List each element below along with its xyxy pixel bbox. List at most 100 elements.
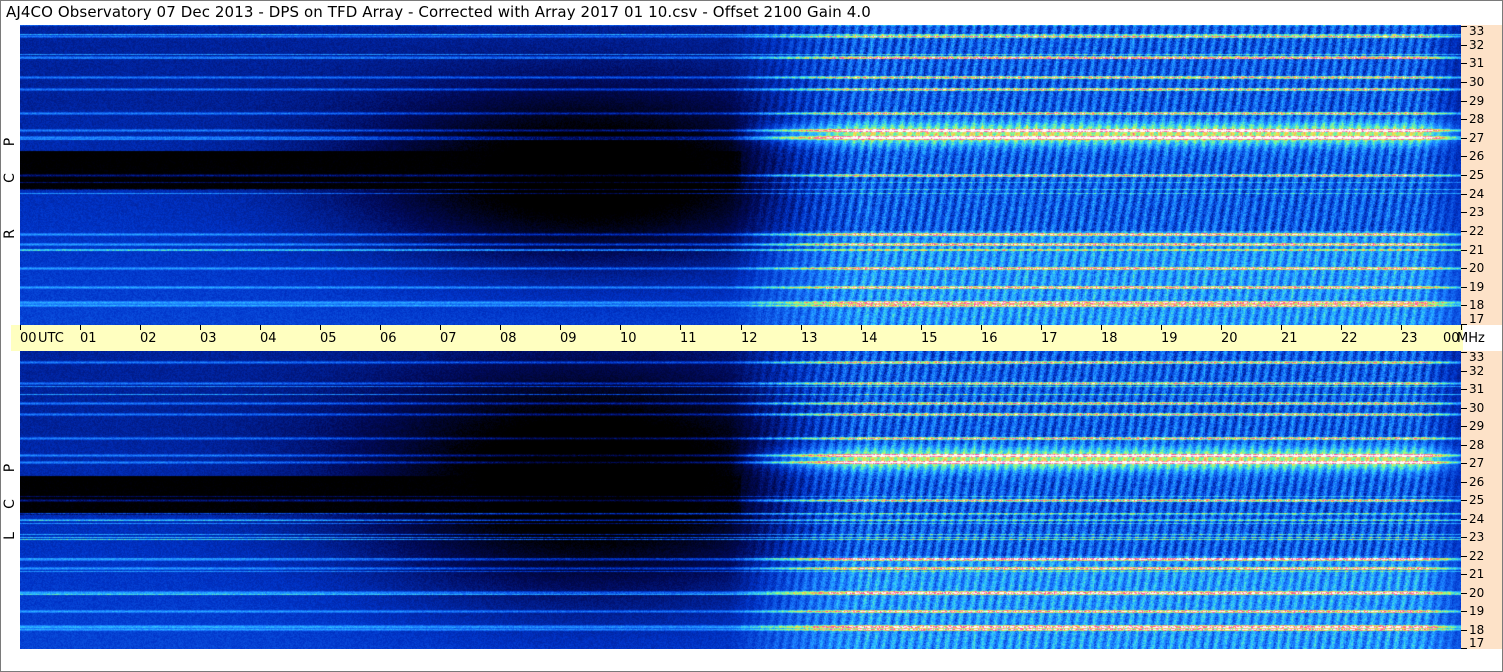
utc-tick-label: 22 bbox=[1341, 331, 1358, 346]
utc-tick bbox=[1221, 325, 1222, 330]
lcp-spectrogram bbox=[20, 351, 1461, 649]
frequency-tick bbox=[1461, 389, 1467, 390]
frequency-tick bbox=[1461, 537, 1467, 538]
frequency-tick bbox=[1461, 352, 1467, 353]
utc-tick-label: 00 bbox=[20, 331, 37, 346]
utc-tick-label: 15 bbox=[921, 331, 938, 346]
frequency-tick bbox=[1461, 138, 1467, 139]
utc-tick bbox=[1041, 325, 1042, 330]
utc-tick-label: 23 bbox=[1401, 331, 1418, 346]
frequency-tick bbox=[1461, 101, 1467, 102]
frequency-tick bbox=[1461, 26, 1467, 27]
utc-tick bbox=[1101, 325, 1102, 330]
frequency-tick bbox=[1461, 45, 1467, 46]
pol-letter: R bbox=[2, 229, 18, 239]
utc-tick bbox=[801, 325, 802, 330]
utc-tick bbox=[1281, 325, 1282, 330]
utc-tick-label: 19 bbox=[1161, 331, 1178, 346]
utc-tick-label: 02 bbox=[140, 331, 157, 346]
utc-tick bbox=[1401, 325, 1402, 330]
utc-tick-label: 14 bbox=[861, 331, 878, 346]
frequency-tick-label: 18 bbox=[1469, 623, 1485, 637]
frequency-tick-label: 25 bbox=[1469, 493, 1485, 507]
frequency-tick-label: 24 bbox=[1469, 512, 1485, 526]
utc-tick-label: 21 bbox=[1281, 331, 1298, 346]
frequency-tick-label: 24 bbox=[1469, 187, 1485, 201]
utc-tick-label: 08 bbox=[500, 331, 517, 346]
frequency-tick bbox=[1461, 556, 1467, 557]
frequency-tick-label: 30 bbox=[1469, 75, 1485, 89]
frequency-tick-label: 29 bbox=[1469, 419, 1485, 433]
utc-tick bbox=[861, 325, 862, 330]
utc-tick bbox=[620, 325, 621, 330]
frequency-tick-label: 28 bbox=[1469, 438, 1485, 452]
frequency-tick bbox=[1461, 287, 1467, 288]
pol-letter: P bbox=[2, 463, 18, 473]
frequency-tick-label: 28 bbox=[1469, 112, 1485, 126]
frequency-tick bbox=[1461, 445, 1467, 446]
frequency-tick-label: 29 bbox=[1469, 94, 1485, 108]
utc-tick bbox=[200, 325, 201, 330]
utc-tick-label: 20 bbox=[1221, 331, 1238, 346]
frequency-tick bbox=[1461, 574, 1467, 575]
utc-time-axis: 00 01 02 03 04 05 06 07 08 09 10 11 12 13 14 15 16 17 18 19… bbox=[11, 325, 1485, 351]
page-title: AJ4CO Observatory 07 Dec 2013 - DPS on T… bbox=[6, 3, 871, 21]
lcp-side-label: L C P bbox=[0, 351, 20, 649]
lcp-heatmap-canvas bbox=[20, 351, 1461, 649]
utc-tick bbox=[921, 325, 922, 330]
mhz-unit-label: MHz bbox=[1457, 331, 1485, 346]
frequency-tick bbox=[1461, 593, 1467, 594]
utc-tick bbox=[20, 325, 21, 330]
utc-unit-label: UTC bbox=[38, 331, 64, 346]
frequency-tick-label: 31 bbox=[1469, 56, 1485, 70]
utc-tick-label: 04 bbox=[260, 331, 277, 346]
frequency-tick-label: 23 bbox=[1469, 530, 1485, 544]
frequency-tick bbox=[1461, 426, 1467, 427]
frequency-tick bbox=[1461, 630, 1467, 631]
frequency-tick bbox=[1461, 119, 1467, 120]
utc-tick bbox=[1161, 325, 1162, 330]
frequency-tick-label: 27 bbox=[1469, 131, 1485, 145]
rcp-side-label: R C P bbox=[0, 25, 20, 325]
frequency-tick bbox=[1461, 250, 1467, 251]
rcp-heatmap-canvas bbox=[20, 25, 1461, 325]
utc-tick bbox=[1341, 325, 1342, 330]
pol-letter: L bbox=[2, 532, 18, 540]
frequency-tick-label: 21 bbox=[1469, 243, 1485, 257]
lcp-frequency-axis: 33 32 31 30 29 28 27 26 25 24 23 22 21 20 19 18 17 bbox=[1461, 351, 1503, 649]
utc-tick-label: 17 bbox=[1041, 331, 1058, 346]
utc-tick bbox=[140, 325, 141, 330]
frequency-tick-label: 32 bbox=[1469, 364, 1485, 378]
frequency-tick-label: 19 bbox=[1469, 280, 1485, 294]
frequency-tick-label: 17 bbox=[1469, 312, 1485, 326]
frequency-tick-label: 22 bbox=[1469, 224, 1485, 238]
utc-tick bbox=[500, 325, 501, 330]
utc-tick-label: 09 bbox=[560, 331, 577, 346]
utc-tick bbox=[981, 325, 982, 330]
rcp-spectrogram bbox=[20, 25, 1461, 325]
utc-tick bbox=[260, 325, 261, 330]
frequency-tick bbox=[1461, 194, 1467, 195]
frequency-tick bbox=[1461, 371, 1467, 372]
frequency-tick bbox=[1461, 82, 1467, 83]
frequency-tick bbox=[1461, 268, 1467, 269]
utc-tick-label: 18 bbox=[1101, 331, 1118, 346]
frequency-tick-label: 17 bbox=[1469, 636, 1485, 650]
frequency-tick-label: 31 bbox=[1469, 382, 1485, 396]
frequency-tick bbox=[1461, 156, 1467, 157]
frequency-tick-label: 27 bbox=[1469, 456, 1485, 470]
frequency-tick bbox=[1461, 482, 1467, 483]
frequency-tick-label: 33 bbox=[1469, 24, 1485, 38]
pol-letter: P bbox=[2, 137, 18, 147]
rcp-frequency-axis: 33 32 31 30 29 28 27 26 25 24 23 22 21 20 19 18 17 bbox=[1461, 25, 1503, 325]
frequency-tick bbox=[1461, 500, 1467, 501]
frequency-tick bbox=[1461, 305, 1467, 306]
utc-tick bbox=[80, 325, 81, 330]
utc-tick bbox=[680, 325, 681, 330]
utc-tick bbox=[741, 325, 742, 330]
frequency-tick-label: 26 bbox=[1469, 475, 1485, 489]
frequency-tick-label: 26 bbox=[1469, 149, 1485, 163]
frequency-tick bbox=[1461, 611, 1467, 612]
utc-tick-label: 01 bbox=[80, 331, 97, 346]
frequency-tick bbox=[1461, 231, 1467, 232]
